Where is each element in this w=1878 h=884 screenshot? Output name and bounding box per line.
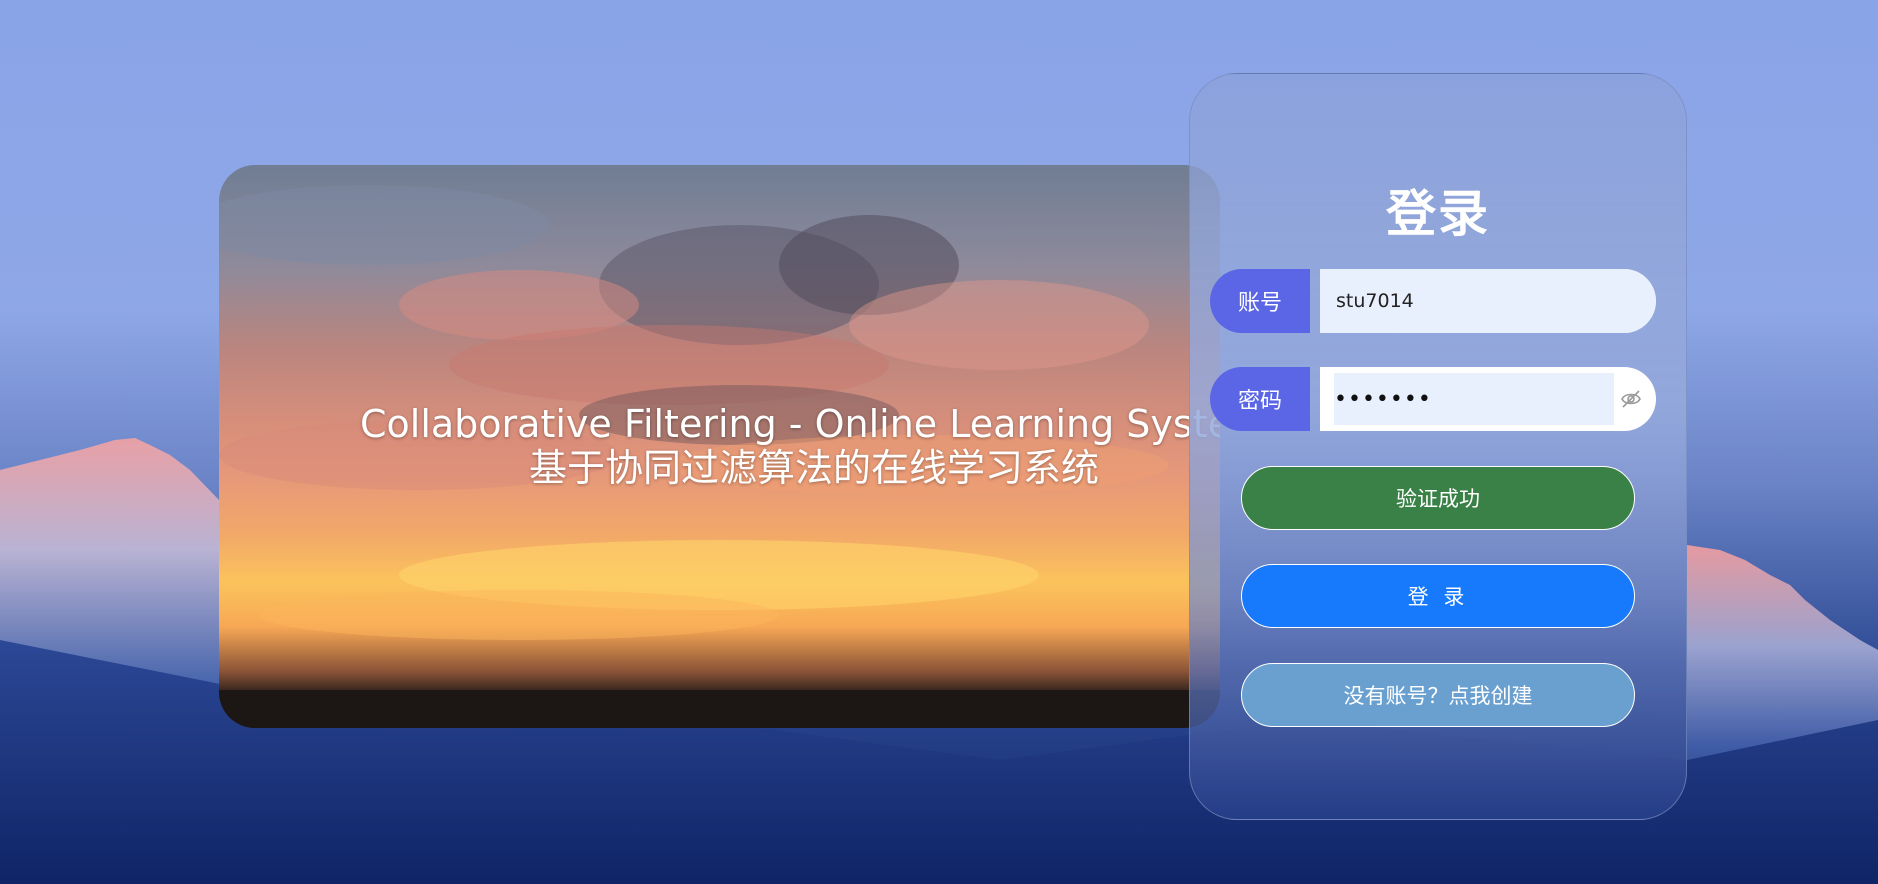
account-input-wrap	[1320, 269, 1656, 333]
login-title: 登录	[1386, 185, 1490, 243]
eye-slash-icon[interactable]	[1620, 389, 1642, 409]
account-input[interactable]	[1320, 269, 1656, 333]
password-row: 密码	[1210, 367, 1656, 431]
create-account-button[interactable]: 没有账号？点我创建	[1241, 663, 1635, 727]
login-page: Collaborative Filtering - Online Learnin…	[0, 0, 1878, 884]
verify-success-button[interactable]: 验证成功	[1241, 466, 1635, 530]
account-label: 账号	[1210, 269, 1310, 333]
login-button[interactable]: 登 录	[1241, 564, 1635, 628]
system-title-cn: 基于协同过滤算法的在线学习系统	[528, 446, 1099, 490]
account-row: 账号	[1210, 269, 1656, 333]
password-label: 密码	[1210, 367, 1310, 431]
system-title-en: Collaborative Filtering - Online Learnin…	[359, 402, 1220, 446]
password-input-wrap	[1320, 367, 1656, 431]
password-input[interactable]	[1334, 373, 1614, 425]
hero-banner: Collaborative Filtering - Online Learnin…	[219, 165, 1220, 728]
login-card: 登录 账号 密码 验证成功 登 录 没有账号？点我创建	[1189, 73, 1687, 820]
system-title: Collaborative Filtering - Online Learnin…	[219, 402, 1220, 490]
